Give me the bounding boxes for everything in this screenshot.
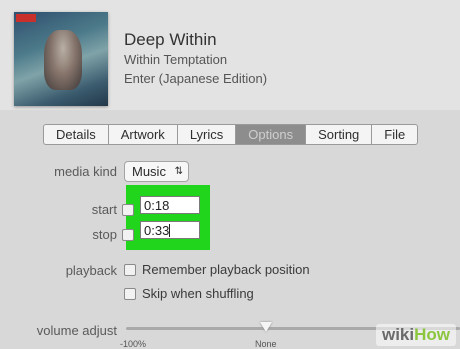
tab-options[interactable]: Options [236,125,307,144]
text-caret [169,224,171,237]
volume-slider-thumb[interactable] [260,322,272,332]
tab-lyrics[interactable]: Lyrics [178,125,237,144]
start-checkbox[interactable] [122,204,134,216]
skip-shuffling-text: Skip when shuffling [142,286,254,301]
media-kind-select[interactable]: Music ⇅ [124,161,189,182]
artwork-figure [44,30,82,90]
volume-adjust-label: volume adjust [36,323,117,338]
song-artist: Within Temptation [124,52,228,67]
skip-shuffling-checkbox[interactable] [124,288,136,300]
tab-details[interactable]: Details [44,125,109,144]
stop-value: 0:33 [144,223,170,238]
stop-label: stop [92,227,117,242]
song-album: Enter (Japanese Edition) [124,71,268,86]
tab-file[interactable]: File [372,125,417,144]
media-kind-value: Music [132,164,166,179]
playback-label: playback [65,263,117,278]
song-title: Deep Within [124,30,217,49]
start-label: start [91,202,117,217]
artwork-sticker [16,14,36,22]
stop-checkbox[interactable] [122,229,134,241]
wikihow-watermark: wikiHow [375,324,456,346]
tab-sorting[interactable]: Sorting [306,125,373,144]
tab-bar: Details Artwork Lyrics Options Sorting F… [43,124,419,145]
remember-position-checkbox[interactable] [124,264,136,276]
remember-position-text: Remember playback position [142,262,310,277]
tab-artwork[interactable]: Artwork [109,125,178,144]
album-artwork [14,12,108,106]
chevron-updown-icon: ⇅ [174,166,183,177]
song-header: Deep Within Within Temptation Enter (Jap… [0,0,460,110]
media-kind-label: media kind [54,164,117,179]
start-value: 0:18 [144,198,170,213]
start-field[interactable]: 0:18 [140,196,200,214]
stop-field[interactable]: 0:33 [140,221,200,239]
highlight-box [126,185,210,250]
